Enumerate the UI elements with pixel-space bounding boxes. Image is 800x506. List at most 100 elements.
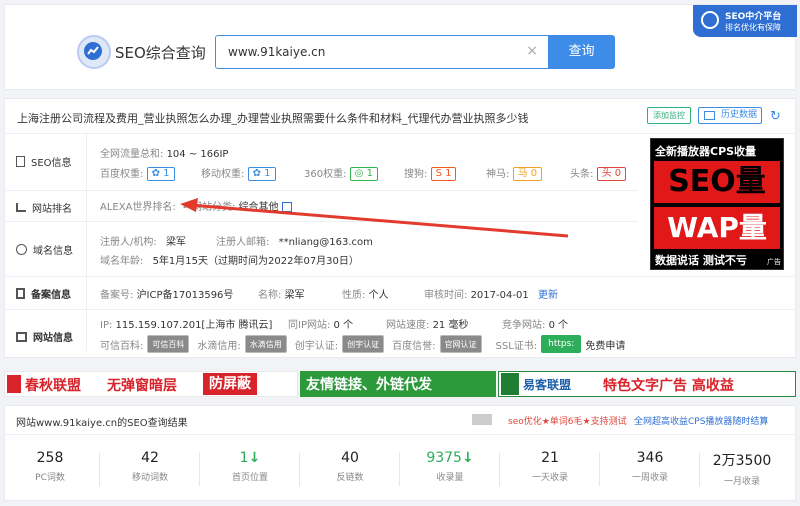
stat-label: PC词数 (35, 473, 65, 483)
stat-value: 21 (541, 450, 559, 466)
web-info-text: 网站信息 (33, 333, 73, 344)
banner-chunqiu[interactable]: 春秋联盟 无弹窗暗层 防屏蔽 (4, 371, 298, 397)
ad-line1: 全新播放器CPS收量 (655, 145, 757, 158)
stat-value: 258 (36, 450, 64, 466)
ad-tag: 广告 (767, 258, 781, 266)
banner-text: 防屏蔽 (203, 373, 257, 395)
stat-mobile-words[interactable]: 42 移动词数 (100, 444, 200, 490)
email-value: **nliang@163.com (278, 237, 373, 248)
weight-baidu[interactable]: 百度权重: ✿ 1 (100, 165, 201, 181)
search-input[interactable]: www.91kaiye.cn × (215, 35, 549, 69)
weight-shenma[interactable]: 神马: 马 0 (486, 165, 570, 181)
weight-360[interactable]: 360权重: ◎ 1 (304, 165, 404, 181)
history-button[interactable]: 历史数据 (698, 107, 762, 124)
refresh-icon[interactable]: ↻ (770, 109, 781, 124)
official-badge[interactable]: 官网认证 (439, 335, 482, 353)
stat-week-index[interactable]: 346 一周收录 (600, 444, 700, 490)
icp-update-link[interactable]: 更新 (538, 286, 558, 301)
stat-home-position[interactable]: 1↓ 首页位置 (200, 444, 300, 490)
ssl-badge[interactable]: https: (541, 335, 582, 353)
alexa-label: ALEXA世界排名: (100, 202, 176, 213)
stat-month-index[interactable]: 2万3500 一月收录 (692, 444, 792, 490)
domain-text: 域名信息 (33, 246, 73, 257)
registrant-value: 梁军 (165, 237, 186, 248)
divider (4, 276, 796, 277)
down-arrow-icon: ↓ (461, 450, 474, 466)
weight-badge: S 1 (430, 167, 457, 181)
domain-label: 域名信息 (16, 242, 73, 257)
stat-backlinks[interactable]: 40 反链数 (300, 444, 400, 490)
weight-name: 百度权重: (100, 169, 144, 180)
stat-value: 9375↓ (426, 450, 474, 466)
banner-text: 特色文字广告 高收益 (603, 378, 734, 394)
history-icon (704, 111, 715, 120)
ad-line2-box: SEO量 (654, 161, 780, 203)
stat-label: 一月收录 (723, 477, 760, 487)
water-drop-badge[interactable]: 水滴信用 (244, 335, 287, 353)
stat-indexed[interactable]: 9375↓ 收录量 (400, 444, 500, 490)
banner-text: 春秋联盟 (25, 378, 81, 394)
stat-value: 346 (636, 450, 664, 466)
icp-line: 备案号: 沪ICP备17013596号 名称: 梁军 性质: 个人 审核时间: … (100, 286, 558, 301)
weight-mobile[interactable]: 移动权重: ✿ 1 (201, 165, 304, 181)
ssl-apply-link[interactable]: 免费申请 (585, 337, 625, 352)
weight-name: 神马: (486, 169, 510, 180)
add-monitor-button[interactable]: 添加监控 (647, 107, 691, 124)
weight-badge: ✿ 1 (146, 167, 175, 181)
results-link2[interactable]: 全网超高收益CPS播放器随时结算 (634, 414, 768, 427)
banner-links[interactable]: 友情链接、外链代发 (300, 371, 496, 397)
same-ip[interactable]: 同IP网站: 0 个 (288, 316, 386, 331)
rank-label: 网站排名 (16, 200, 72, 215)
stat-day-index[interactable]: 21 一天收录 (500, 444, 600, 490)
cred-name: 创宇认证: (294, 340, 339, 352)
weight-badge: ◎ 1 (349, 167, 378, 181)
email-line: 注册人邮箱: **nliang@163.com (216, 233, 373, 248)
credentials-row: 可信百科: 可信百科 水滴信用: 水滴信用 创宇认证: 创宇认证 百度信誉: 官… (100, 335, 625, 353)
icp-nature: 性质: 个人 (342, 290, 389, 301)
stat-pc-words[interactable]: 258 PC词数 (0, 444, 100, 490)
seo-info-text: SEO信息 (31, 158, 72, 169)
web-info-label: 网站信息 (16, 329, 73, 344)
credit-badge[interactable]: 可信百科 (147, 335, 190, 353)
icp-name: 名称: 梁军 (258, 290, 305, 301)
stat-value: 40 (341, 450, 359, 466)
stat-label: 首页位置 (231, 473, 268, 483)
weight-name: 搜狗: (404, 169, 428, 180)
search-button[interactable]: 查询 (548, 35, 615, 69)
seo-logo-icon (77, 35, 111, 69)
stat-value: 2万3500 (712, 453, 772, 469)
results-link1[interactable]: seo优化★单词6毛★支持测试 (508, 414, 627, 427)
weight-name: 360权重: (304, 169, 347, 180)
weight-name: 头条: (570, 169, 594, 180)
site-title: 上海注册公司流程及费用_营业执照怎么办理_办理营业执照需要什么条件和材料_代理代… (17, 112, 529, 125)
stat-label: 收录量 (436, 473, 464, 483)
platform-badge[interactable]: SEO中介平台 排名优化有保障 (693, 5, 797, 37)
platform-badge-sub: 排名优化有保障 (725, 23, 781, 32)
stat-label: 一天收录 (531, 473, 568, 483)
clear-icon[interactable]: × (526, 43, 538, 59)
banner-yike[interactable]: 易客联盟 特色文字广告 高收益 (498, 371, 796, 397)
traffic-label: 全网流量总和: (100, 149, 164, 160)
side-ad[interactable]: 全新播放器CPS收量 SEO量 WAP量 数据说话 测试不亏 广告 (650, 138, 784, 270)
traffic-line: 全网流量总和: 104 ~ 166IP (100, 145, 228, 160)
ad-line3: WAP量 (667, 211, 767, 244)
weight-badge: 马 0 (512, 167, 543, 181)
weight-badge: 头 0 (596, 167, 627, 181)
weight-toutiao[interactable]: 头条: 头 0 (570, 165, 627, 181)
chart-icon (701, 11, 719, 29)
chuangyu-badge[interactable]: 创宇认证 (342, 335, 385, 353)
bar-chart-icon (16, 203, 26, 212)
email-label: 注册人邮箱: (216, 237, 270, 248)
banner-text: 无弹窗暗层 (107, 378, 177, 394)
stat-label: 移动词数 (131, 473, 168, 483)
ad-tag-icon (472, 414, 492, 425)
site-speed: 网站速度: 21 毫秒 (386, 320, 469, 331)
search-input-value: www.91kaiye.cn (228, 45, 326, 59)
age-label: 域名年龄: (100, 256, 144, 267)
logo-text: SEO综合查询 (115, 44, 206, 62)
stat-label: 反链数 (336, 473, 364, 483)
competitors[interactable]: 竞争网站: 0 个 (502, 316, 568, 331)
weight-sogou[interactable]: 搜狗: S 1 (404, 165, 486, 181)
platform-badge-title: SEO中介平台 (725, 12, 782, 22)
ad-line3-box: WAP量 (654, 207, 780, 249)
